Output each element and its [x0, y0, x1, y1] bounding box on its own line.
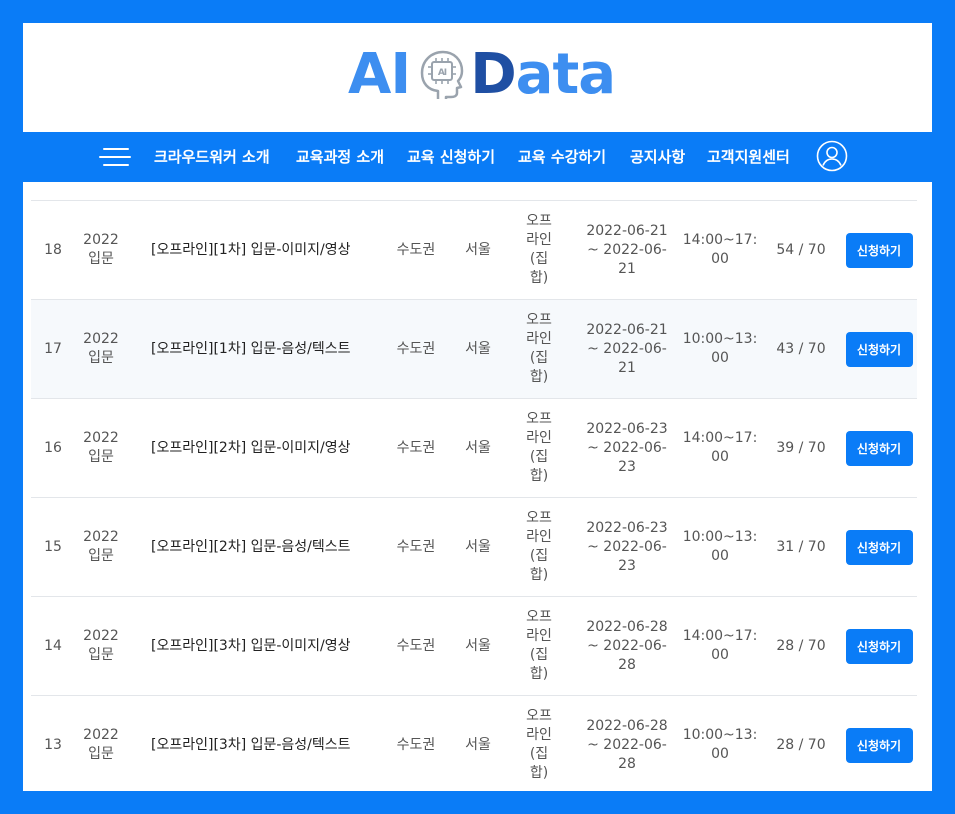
row-time: 10:00~13:00	[682, 529, 758, 564]
nav-item-attend[interactable]: 교육 수강하기	[518, 132, 606, 182]
hamburger-menu-icon[interactable]	[99, 148, 131, 166]
row-action: 신청하기	[845, 300, 913, 398]
row-action: 신청하기	[845, 201, 913, 299]
row-enrollment-count: 39 / 70	[776, 439, 826, 456]
nav-item-support[interactable]: 고객지원센터	[707, 132, 790, 182]
row-course-type: 오프라인(집합)	[526, 213, 552, 286]
row-time: 10:00~13:00	[682, 331, 758, 366]
apply-button[interactable]: 신청하기	[845, 529, 913, 565]
nav-item-apply[interactable]: 교육 신청하기	[407, 132, 495, 182]
row-action: 신청하기	[845, 498, 913, 596]
row-year-level: 2022 입문	[83, 628, 119, 663]
row-date-range: 2022-06-28 ~ 2022-06-28	[586, 618, 668, 673]
row-action: 신청하기	[845, 597, 913, 695]
apply-button[interactable]: 신청하기	[845, 628, 913, 664]
row-city: 서울	[465, 538, 491, 555]
row-city: 서울	[465, 637, 491, 654]
logo-chip-label: AI	[438, 68, 447, 78]
row-course-type: 오프라인(집합)	[526, 609, 552, 682]
table-row: 15 2022 입문 [오프라인][2차] 입문-음성/텍스트 수도권 서울 오…	[31, 498, 917, 597]
row-year-level: 2022 입문	[83, 331, 119, 366]
row-year-level: 2022 입문	[83, 232, 119, 267]
site-logo[interactable]: AI AI Data	[348, 42, 616, 107]
brain-chip-icon: AI	[420, 50, 464, 99]
row-enrollment-count: 54 / 70	[776, 241, 826, 258]
row-number: 18	[44, 241, 62, 258]
main-nav: 크라우드워커 소개 교육과정 소개 교육 신청하기 교육 수강하기 공지사항 고…	[23, 132, 932, 182]
course-table: 18 2022 입문 [오프라인][1차] 입문-이미지/영상 수도권 서울 오…	[31, 200, 917, 791]
nav-item-course-intro[interactable]: 교육과정 소개	[296, 132, 384, 182]
row-year-level: 2022 입문	[83, 529, 119, 564]
row-time: 14:00~17:00	[682, 232, 758, 267]
row-region: 수도권	[396, 538, 436, 555]
logo-data-rest: ata	[515, 42, 616, 107]
row-course-title: [오프라인][2차] 입문-이미지/영상	[151, 439, 351, 456]
row-year-level: 2022 입문	[83, 430, 119, 465]
row-city: 서울	[465, 340, 491, 357]
row-date-range: 2022-06-21 ~ 2022-06-21	[586, 222, 668, 277]
row-year-level: 2022 입문	[83, 727, 119, 762]
row-date-range: 2022-06-21 ~ 2022-06-21	[586, 321, 668, 376]
row-course-type: 오프라인(집합)	[526, 708, 552, 781]
row-time: 14:00~17:00	[682, 628, 758, 663]
row-city: 서울	[465, 439, 491, 456]
row-course-title: [오프라인][3차] 입문-이미지/영상	[151, 637, 351, 654]
row-course-title: [오프라인][1차] 입문-이미지/영상	[151, 241, 351, 258]
row-number: 14	[44, 637, 62, 654]
row-course-title: [오프라인][2차] 입문-음성/텍스트	[151, 538, 351, 555]
row-date-range: 2022-06-23 ~ 2022-06-23	[586, 420, 668, 475]
apply-button[interactable]: 신청하기	[845, 331, 913, 367]
user-account-icon[interactable]	[816, 140, 848, 172]
row-action: 신청하기	[845, 696, 913, 791]
row-region: 수도권	[396, 340, 436, 357]
row-course-type: 오프라인(집합)	[526, 411, 552, 484]
row-number: 16	[44, 439, 62, 456]
row-region: 수도권	[396, 637, 436, 654]
row-region: 수도권	[396, 241, 436, 258]
row-enrollment-count: 28 / 70	[776, 637, 826, 654]
page-frame: AI AI Data 크라우드워커 소개 교육과정 소개 교육 신청하기 교육 …	[23, 23, 932, 791]
apply-button[interactable]: 신청하기	[845, 430, 913, 466]
logo-ai-text: AI	[348, 42, 411, 107]
row-enrollment-count: 43 / 70	[776, 340, 826, 357]
table-row: 18 2022 입문 [오프라인][1차] 입문-이미지/영상 수도권 서울 오…	[31, 201, 917, 300]
row-city: 서울	[465, 736, 491, 753]
row-number: 13	[44, 736, 62, 753]
row-city: 서울	[465, 241, 491, 258]
table-row: 14 2022 입문 [오프라인][3차] 입문-이미지/영상 수도권 서울 오…	[31, 597, 917, 696]
site-header: AI AI Data	[23, 23, 932, 132]
row-number: 15	[44, 538, 62, 555]
row-course-title: [오프라인][1차] 입문-음성/텍스트	[151, 340, 351, 357]
logo-data-d: D	[470, 42, 516, 107]
table-row: 13 2022 입문 [오프라인][3차] 입문-음성/텍스트 수도권 서울 오…	[31, 696, 917, 791]
row-date-range: 2022-06-23 ~ 2022-06-23	[586, 519, 668, 574]
apply-button[interactable]: 신청하기	[845, 727, 913, 763]
nav-item-notice[interactable]: 공지사항	[630, 132, 685, 182]
row-time: 14:00~17:00	[682, 430, 758, 465]
nav-item-crowdworker-intro[interactable]: 크라우드워커 소개	[154, 132, 270, 182]
row-time: 10:00~13:00	[682, 727, 758, 762]
apply-button[interactable]: 신청하기	[845, 232, 913, 268]
row-course-type: 오프라인(집합)	[526, 510, 552, 583]
row-course-title: [오프라인][3차] 입문-음성/텍스트	[151, 736, 351, 753]
row-action: 신청하기	[845, 399, 913, 497]
row-region: 수도권	[396, 736, 436, 753]
row-number: 17	[44, 340, 62, 357]
row-course-type: 오프라인(집합)	[526, 312, 552, 385]
row-date-range: 2022-06-28 ~ 2022-06-28	[586, 717, 668, 772]
table-row: 17 2022 입문 [오프라인][1차] 입문-음성/텍스트 수도권 서울 오…	[31, 300, 917, 399]
row-enrollment-count: 31 / 70	[776, 538, 826, 555]
table-row: 16 2022 입문 [오프라인][2차] 입문-이미지/영상 수도권 서울 오…	[31, 399, 917, 498]
row-enrollment-count: 28 / 70	[776, 736, 826, 753]
row-region: 수도권	[396, 439, 436, 456]
